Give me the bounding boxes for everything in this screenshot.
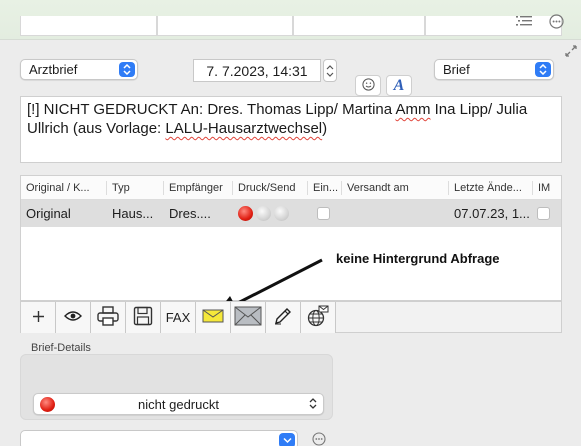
cell-original: Original — [26, 206, 71, 221]
body-text-template-name: LALU-Hausarztwechsel — [165, 120, 323, 137]
print-status-popup[interactable]: nicht gedruckt — [33, 393, 324, 415]
date-time-value: 7. 7.2023, 14:31 — [206, 62, 308, 79]
table-row[interactable]: Original Haus... Dres.... 07.07.23, 1... — [21, 200, 561, 227]
plus-icon — [32, 310, 45, 326]
email-button[interactable] — [231, 302, 266, 333]
chevron-updown-icon — [535, 62, 551, 77]
printer-icon — [97, 306, 119, 329]
edit-button[interactable] — [266, 302, 301, 333]
column-header[interactable]: Versandt am — [342, 180, 449, 195]
cell-im — [533, 207, 561, 220]
add-button[interactable] — [21, 302, 56, 333]
save-disk-icon — [133, 306, 153, 329]
top-field-3[interactable] — [293, 16, 425, 36]
column-header[interactable]: Empfänger — [164, 180, 233, 195]
web-send-button[interactable] — [301, 302, 336, 333]
smiley-icon — [361, 77, 375, 94]
letter-subject-textarea[interactable]: [!] NICHT GEDRUCKT An: Dres. Thomas Lipp… — [20, 96, 562, 163]
doc-type-popup[interactable]: Arztbrief — [20, 59, 138, 80]
fax-button-label: FAX — [165, 310, 191, 325]
print-button[interactable] — [91, 302, 126, 333]
chevron-updown-icon — [309, 397, 317, 413]
body-text: [!] NICHT GEDRUCKT An: Dres. Thomas Lipp… — [27, 101, 396, 118]
cell-typ: Haus... — [112, 206, 154, 221]
table-header: Original / K... Typ Empfänger Druck/Send… — [21, 176, 561, 200]
list-icon[interactable] — [515, 12, 533, 30]
date-time-field[interactable]: 7. 7.2023, 14:31 — [193, 59, 321, 82]
details-group-label: Brief-Details — [31, 342, 91, 354]
column-header[interactable]: Typ — [107, 180, 164, 195]
pencil-icon — [273, 306, 293, 329]
top-field-1[interactable] — [20, 16, 157, 36]
font-button-label: A — [393, 76, 405, 94]
body-text-misspelled: Amm — [395, 101, 431, 118]
envelope-yellow-icon — [202, 309, 224, 326]
column-header[interactable]: IM — [533, 181, 561, 195]
email-send-button[interactable] — [196, 302, 231, 333]
emoji-button[interactable] — [355, 75, 381, 96]
cell-ein — [308, 207, 342, 220]
category-popup[interactable]: Brief — [434, 59, 554, 80]
column-header[interactable]: Druck/Send — [233, 180, 308, 195]
chevron-updown-icon — [119, 62, 135, 77]
ellipsis-circle-icon[interactable] — [547, 12, 565, 30]
cell-druck-send — [233, 206, 308, 221]
status-red-light-icon — [40, 397, 55, 412]
annotation-text: keine Hintergrund Abfrage — [336, 251, 500, 266]
eye-icon — [64, 310, 82, 325]
ellipsis-circle-icon[interactable] — [312, 432, 326, 446]
resize-arrows-icon[interactable] — [564, 44, 578, 61]
status-light-red[interactable] — [238, 206, 253, 221]
status-light-gray[interactable] — [274, 206, 289, 221]
font-button[interactable]: A — [386, 75, 412, 96]
ein-checkbox[interactable] — [317, 207, 330, 220]
column-header[interactable]: Ein... — [308, 180, 342, 195]
chevron-down-icon — [279, 433, 295, 446]
save-button[interactable] — [126, 302, 161, 333]
cell-empfaenger: Dres.... — [169, 206, 211, 221]
fax-button[interactable]: FAX — [161, 302, 196, 333]
doc-type-value: Arztbrief — [29, 62, 78, 77]
date-stepper[interactable] — [323, 59, 337, 82]
bottom-popup[interactable] — [20, 430, 298, 446]
envelope-gray-icon — [234, 306, 262, 329]
document-toolbar: FAX — [20, 301, 562, 333]
globe-mail-icon — [307, 305, 329, 330]
body-text: ) — [322, 120, 328, 137]
print-status-value: nicht gedruckt — [138, 396, 219, 412]
cell-letzte-aenderung: 07.07.23, 1... — [454, 206, 530, 221]
category-value: Brief — [443, 62, 470, 77]
preview-button[interactable] — [56, 302, 91, 333]
im-checkbox[interactable] — [537, 207, 550, 220]
column-header[interactable]: Original / K... — [21, 180, 107, 195]
column-header[interactable]: Letzte Ände... — [449, 180, 533, 195]
status-light-gray[interactable] — [256, 206, 271, 221]
top-field-2[interactable] — [157, 16, 293, 36]
top-strip — [0, 0, 581, 40]
